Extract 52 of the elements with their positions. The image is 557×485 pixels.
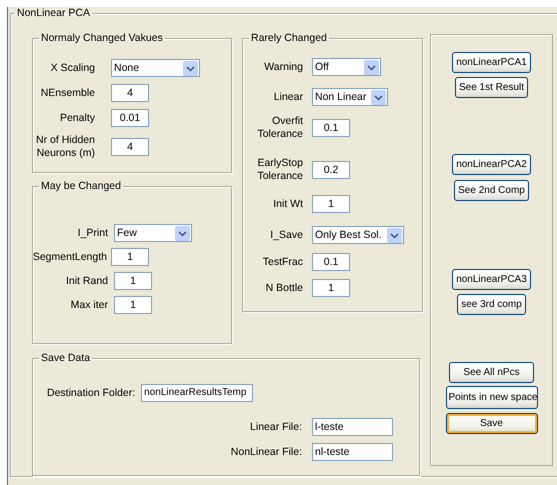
dropdown[interactable]: Only Best Sol. [312, 226, 404, 244]
push-button[interactable]: see 3rd comp [457, 294, 526, 315]
field-label: I_Save [269, 228, 303, 242]
input-field[interactable]: 1 [111, 248, 149, 266]
push-button[interactable]: Save [446, 413, 538, 434]
input-field[interactable]: l-teste [312, 418, 393, 436]
field-label: EarlyStop Tolerance [256, 157, 303, 183]
input-field[interactable]: 1 [312, 195, 350, 213]
input-field[interactable]: nl-teste [312, 443, 393, 461]
push-button[interactable]: nonLinearPCA3 [452, 269, 531, 290]
input-field[interactable]: 1 [114, 272, 152, 290]
input-field[interactable]: 0.01 [111, 109, 149, 127]
field-label: Init Rand [64, 274, 108, 288]
field-label: NEnsemble [40, 86, 95, 100]
field-label: TestFrac [262, 256, 303, 268]
field-label: Overfit Tolerance [256, 115, 303, 141]
group-title: Save Data [40, 352, 92, 365]
field-label: Warning [263, 60, 303, 74]
push-button[interactable]: Points in new space [446, 386, 538, 409]
input-field[interactable]: 1 [114, 296, 152, 314]
push-button[interactable]: nonLinearPCA2 [452, 154, 531, 175]
field-label: SegmentLength [32, 250, 107, 264]
field-label: X Scaling [50, 62, 95, 74]
push-button[interactable]: See 2nd Comp [454, 180, 529, 201]
field-label: NonLinear File: [230, 446, 302, 458]
input-field[interactable]: 4 [111, 84, 149, 102]
push-button[interactable]: nonLinearPCA1 [452, 52, 531, 73]
input-field[interactable]: 4 [111, 138, 149, 156]
field-label: Penalty [58, 112, 95, 124]
field-label: Destination Folder: [47, 386, 136, 400]
field-label: Max iter [70, 298, 108, 312]
input-field[interactable]: 0.1 [312, 119, 350, 137]
push-button[interactable]: See 1st Result [454, 77, 528, 98]
field-label: I_Print [76, 226, 108, 240]
field-label: Nr of Hidden Neurons (m) [35, 134, 95, 160]
group-title: Rarely Changed [250, 32, 328, 45]
field-label: Init Wt [272, 198, 303, 210]
input-field[interactable]: nonLinearResultsTemp [141, 384, 254, 402]
input-field[interactable]: 0.2 [312, 161, 350, 179]
dropdown[interactable]: Non Linear [312, 88, 388, 106]
input-field[interactable]: 1 [312, 279, 350, 297]
dropdown[interactable]: None [111, 59, 200, 77]
input-field[interactable]: 0.1 [312, 253, 350, 271]
field-label: Linear File: [249, 420, 302, 434]
field-label: N Bottle [264, 282, 303, 294]
group-title: May be Changed [40, 180, 122, 193]
dropdown[interactable]: Few [114, 224, 192, 242]
panel-title: NonLinear PCA [16, 7, 91, 20]
push-button[interactable]: See All nPcs [449, 362, 534, 383]
group-title: Normaly Changed Vakues [40, 32, 164, 45]
dropdown[interactable]: Off [312, 58, 381, 76]
field-label: Linear [272, 90, 303, 104]
